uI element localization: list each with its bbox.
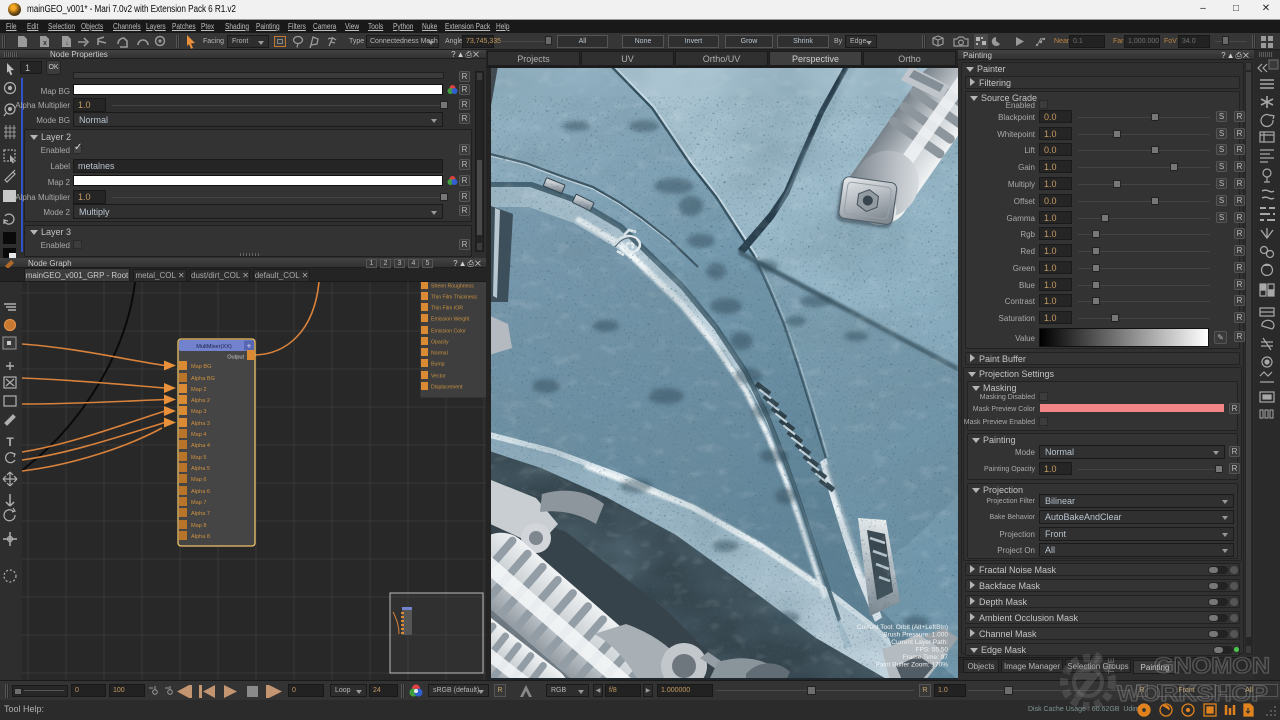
svg-text:Alpha BG: Alpha BG (191, 376, 215, 382)
svg-text:Thin Film IOR: Thin Film IOR (431, 306, 463, 312)
svg-text:Sheen Roughness: Sheen Roughness (431, 284, 474, 290)
svg-text:Displacement: Displacement (431, 385, 463, 391)
svg-text:Alpha 5: Alpha 5 (191, 466, 210, 472)
svg-text:Brush Pressure: 1.000: Brush Pressure: 1.000 (883, 632, 948, 639)
svg-text:Alpha 2: Alpha 2 (191, 398, 210, 404)
svg-text:FPS: 55.50: FPS: 55.50 (915, 647, 948, 654)
svg-text:Emission Weight: Emission Weight (431, 317, 470, 323)
svg-text:MultMixer(XX): MultMixer(XX) (196, 344, 232, 350)
svg-text:Map 4: Map 4 (191, 432, 207, 438)
svg-text:Current Layer Path:: Current Layer Path: (891, 639, 948, 646)
svg-text:Alpha 6: Alpha 6 (191, 489, 210, 495)
svg-text:Current Tool: Orbit (Alt+LeftB: Current Tool: Orbit (Alt+LeftBtn) (857, 624, 948, 631)
svg-text:Normal: Normal (431, 351, 448, 357)
svg-text:Bump: Bump (431, 362, 445, 368)
svg-text:Map 2: Map 2 (191, 387, 207, 393)
svg-text:Alpha 7: Alpha 7 (191, 511, 210, 517)
svg-text:Opacity: Opacity (431, 340, 449, 346)
svg-text:Alpha 4: Alpha 4 (191, 443, 210, 449)
svg-text:Map BG: Map BG (191, 364, 212, 370)
svg-text:Paint Buffer Zoom: 170%: Paint Buffer Zoom: 170% (875, 662, 948, 669)
svg-text:Frame Time: 97: Frame Time: 97 (902, 654, 948, 661)
svg-text:Map 5: Map 5 (191, 455, 207, 461)
svg-text:Map 7: Map 7 (191, 500, 207, 506)
svg-text:Alpha 3: Alpha 3 (191, 421, 210, 427)
svg-text:T: T (6, 435, 14, 449)
svg-text:x: x (43, 40, 47, 47)
svg-text:+: + (247, 342, 252, 351)
svg-text:Alpha 8: Alpha 8 (191, 534, 210, 540)
svg-text:↓: ↓ (65, 40, 69, 47)
svg-text:Vector: Vector (431, 374, 446, 380)
svg-text:Output: Output (227, 355, 244, 361)
svg-text:Map 8: Map 8 (191, 523, 207, 529)
svg-text:Map 3: Map 3 (191, 409, 207, 415)
svg-text:Emission Color: Emission Color (431, 329, 466, 335)
svg-text:Thin Film Thickness: Thin Film Thickness (431, 295, 477, 301)
svg-text:Map 6: Map 6 (191, 477, 207, 483)
